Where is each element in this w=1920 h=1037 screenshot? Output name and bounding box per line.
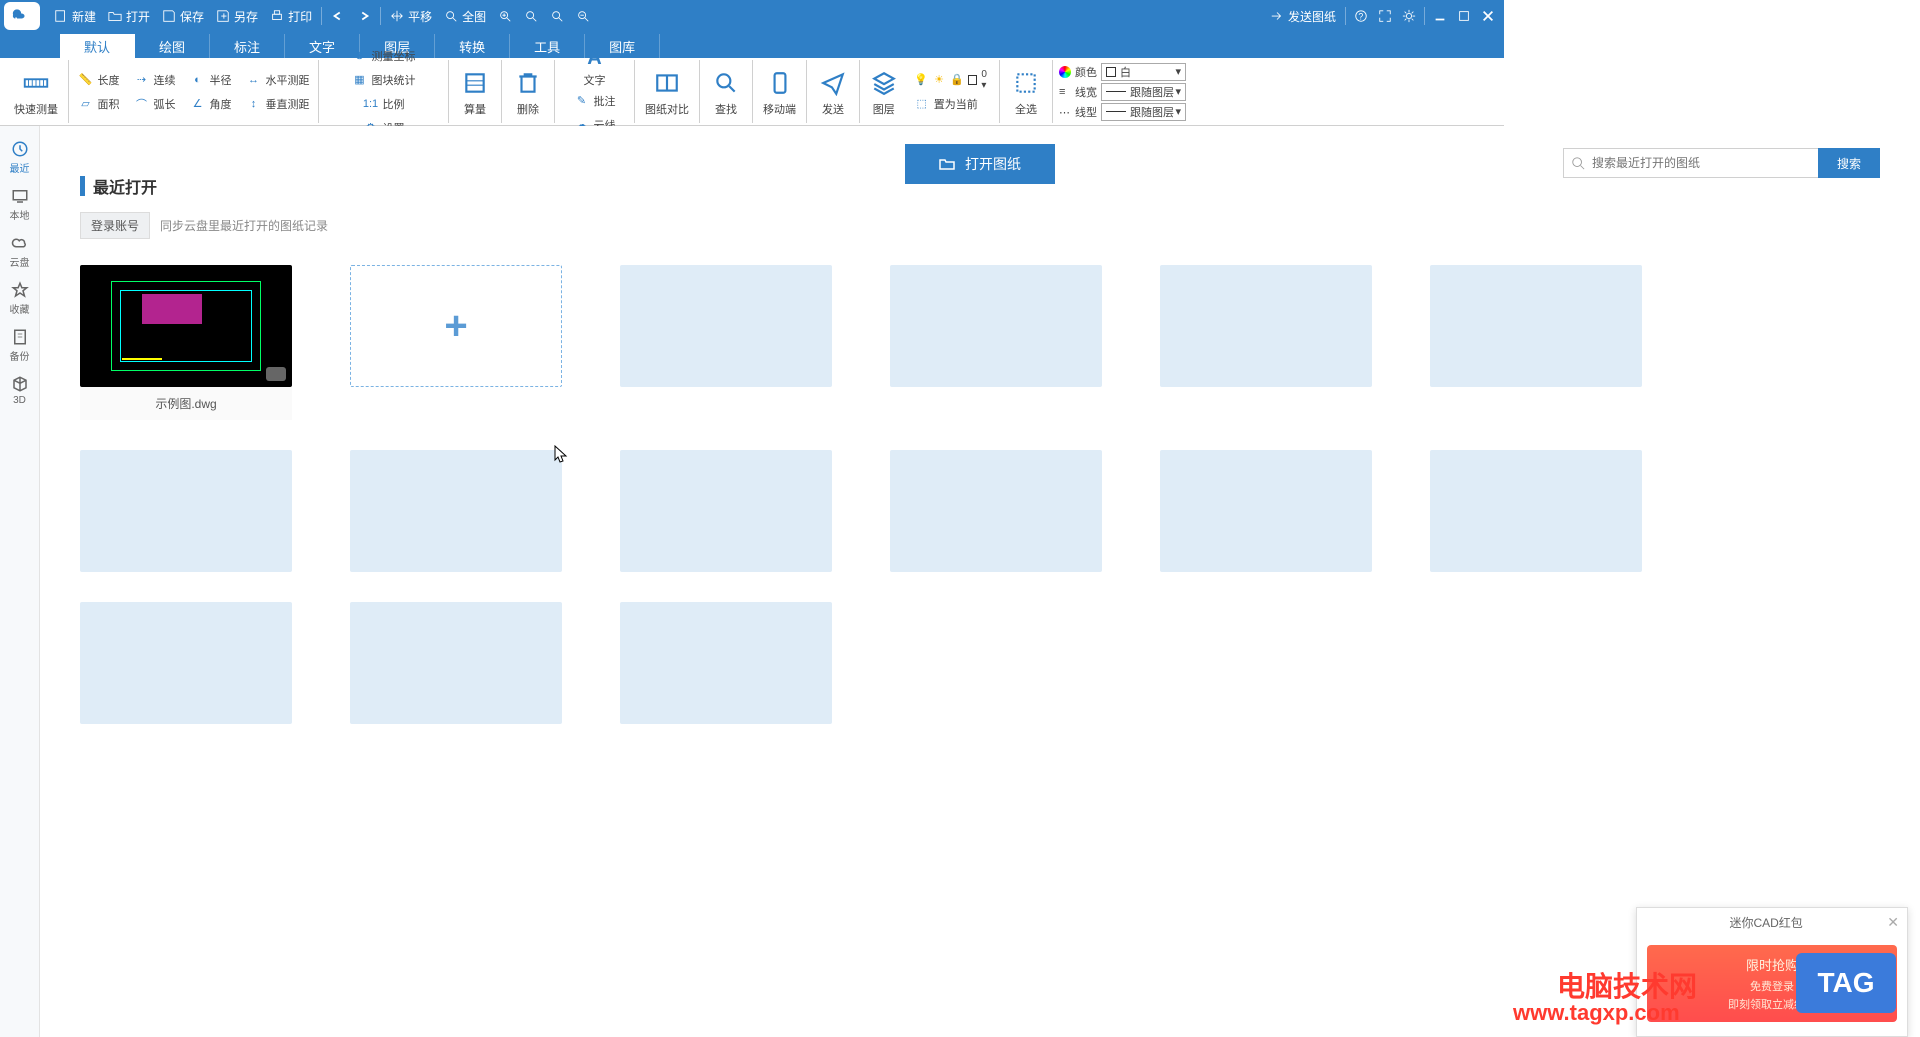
folder-open-icon (939, 156, 955, 172)
layer-states[interactable]: 💡☀🔒0 ▾ (912, 69, 996, 91)
empty-slot (620, 450, 832, 572)
select-all-button[interactable]: 全选 (1006, 65, 1046, 119)
empty-slot (890, 265, 1102, 420)
maximize-button[interactable] (1453, 5, 1475, 27)
save-button[interactable]: 保存 (156, 0, 210, 32)
measure-continuous[interactable]: ⇢连续 (132, 69, 178, 91)
recent-grid: 示例图.dwg + (80, 265, 1880, 724)
measure-area[interactable]: ▱面积 (76, 93, 122, 115)
delete-button[interactable]: 删除 (508, 65, 548, 119)
tab-default[interactable]: 默认 (60, 34, 135, 58)
settings-button[interactable] (1398, 5, 1420, 27)
search-icon (1571, 156, 1585, 170)
prop-color[interactable]: 颜色白▾ (1059, 62, 1186, 82)
recent-file-card[interactable]: 示例图.dwg (80, 265, 292, 420)
left-sidebar: 最近 本地 云盘 收藏 备份 3D (0, 126, 40, 1037)
zoom-extents-button[interactable]: 全图 (438, 0, 492, 32)
empty-slot (350, 602, 562, 724)
find-button[interactable]: 查找 (706, 65, 746, 119)
measure-hdist[interactable]: ↔水平测距 (244, 69, 312, 91)
sidebar-item-backup[interactable]: 备份 (0, 322, 39, 369)
block-stat[interactable]: ▦图块统计 (350, 69, 418, 91)
watermark-text: 电脑技术网 (1557, 965, 1697, 1005)
annotate-button[interactable]: ✎批注 (572, 90, 618, 112)
popup-close-button[interactable]: ✕ (1887, 914, 1899, 931)
login-button[interactable]: 登录账号 (80, 212, 150, 239)
pan-button[interactable]: 平移 (384, 0, 438, 32)
menu-tabs: 默认 绘图 标注 文字 图层 转换 工具 图库 (0, 32, 1504, 58)
measure-radius[interactable]: ◐半径 (188, 69, 234, 91)
empty-slot (1160, 450, 1372, 572)
open-drawing-button[interactable]: 打开图纸 (905, 144, 1055, 184)
sidebar-item-favorite[interactable]: 收藏 (0, 275, 39, 322)
tab-annotate[interactable]: 标注 (210, 34, 285, 58)
empty-slot (80, 602, 292, 724)
empty-slot (1430, 450, 1642, 572)
watermark-url: www.tagxp.com (1513, 1000, 1680, 1026)
save-as-button[interactable]: 另存 (210, 0, 264, 32)
empty-slot (80, 450, 292, 572)
search-wrap: 搜索 (1563, 148, 1880, 178)
empty-slot (620, 265, 832, 420)
new-file-button[interactable]: 新建 (48, 0, 102, 32)
main-content: 打开图纸 搜索 最近打开 登录账号 同步云盘里最近打开的图纸记录 示例图.dwg… (40, 126, 1920, 1037)
redo-button[interactable] (351, 0, 377, 32)
zoom-fit-button[interactable] (544, 0, 570, 32)
file-name: 示例图.dwg (80, 387, 292, 420)
popup-title: 迷你CAD红包 (1645, 914, 1887, 931)
empty-slot (620, 602, 832, 724)
measure-vdist[interactable]: ↕垂直测距 (244, 93, 312, 115)
send-button[interactable]: 发送 (813, 65, 853, 119)
search-input[interactable] (1563, 148, 1818, 178)
set-current-button[interactable]: ⬚置为当前 (912, 93, 996, 115)
zoom-window-button[interactable] (518, 0, 544, 32)
measure-length[interactable]: 📏长度 (76, 69, 122, 91)
open-file-button[interactable]: 打开 (102, 0, 156, 32)
plus-icon: + (444, 304, 467, 349)
add-file-card[interactable]: + (350, 265, 562, 420)
print-button[interactable]: 打印 (264, 0, 318, 32)
mobile-button[interactable]: 移动端 (759, 65, 800, 119)
sidebar-item-local[interactable]: 本地 (0, 181, 39, 228)
close-button[interactable] (1477, 5, 1499, 27)
layer-button[interactable]: 图层 (864, 65, 904, 119)
zoom-in-button[interactable] (492, 0, 518, 32)
quick-measure-button[interactable]: 快速测量 (10, 65, 62, 119)
measure-ratio[interactable]: 1:1比例 (361, 93, 407, 115)
svg-text:∞: ∞ (18, 12, 23, 19)
login-hint: 同步云盘里最近打开的图纸记录 (160, 217, 328, 234)
file-thumbnail (80, 265, 292, 387)
ribbon: 快速测量 📏长度 ▱面积 ⇢连续 ⌒弧长 ◐半径 ∠角度 ↔水平测距 ↕垂直测距 (0, 58, 1504, 126)
zoom-out-button[interactable] (570, 0, 596, 32)
empty-slot (350, 450, 562, 572)
prop-lineweight[interactable]: ≡线宽跟随图层▾ (1059, 82, 1186, 102)
measure-coord[interactable]: ⊕测量坐标 (350, 45, 418, 67)
sidebar-item-recent[interactable]: 最近 (0, 134, 39, 181)
undo-button[interactable] (325, 0, 351, 32)
text-button[interactable]: A文字 (584, 48, 606, 88)
minimize-button[interactable] (1429, 5, 1451, 27)
measure-arc[interactable]: ⌒弧长 (132, 93, 178, 115)
empty-slot (890, 450, 1102, 572)
title-bar: ∞ 新建 打开 保存 另存 打印 平移 全图 发送图纸 ? (0, 0, 1504, 32)
prop-linetype[interactable]: ⋯线型跟随图层▾ (1059, 102, 1186, 122)
tab-convert[interactable]: 转换 (435, 34, 510, 58)
empty-slot (1160, 265, 1372, 420)
send-drawing-button[interactable]: 发送图纸 (1264, 0, 1342, 32)
sidebar-item-cloud[interactable]: 云盘 (0, 228, 39, 275)
measure-angle[interactable]: ∠角度 (188, 93, 234, 115)
calc-button[interactable]: 算量 (455, 65, 495, 119)
tag-logo: TAG (1796, 953, 1896, 1013)
empty-slot (1430, 265, 1642, 420)
tab-draw[interactable]: 绘图 (135, 34, 210, 58)
sidebar-item-3d[interactable]: 3D (0, 369, 39, 412)
fullscreen-button[interactable] (1374, 5, 1396, 27)
compare-button[interactable]: 图纸对比 (641, 65, 693, 119)
search-button[interactable]: 搜索 (1818, 148, 1880, 178)
app-logo: ∞ (4, 2, 40, 30)
tab-tools[interactable]: 工具 (510, 34, 585, 58)
help-button[interactable]: ? (1350, 5, 1372, 27)
svg-text:?: ? (1358, 12, 1363, 22)
